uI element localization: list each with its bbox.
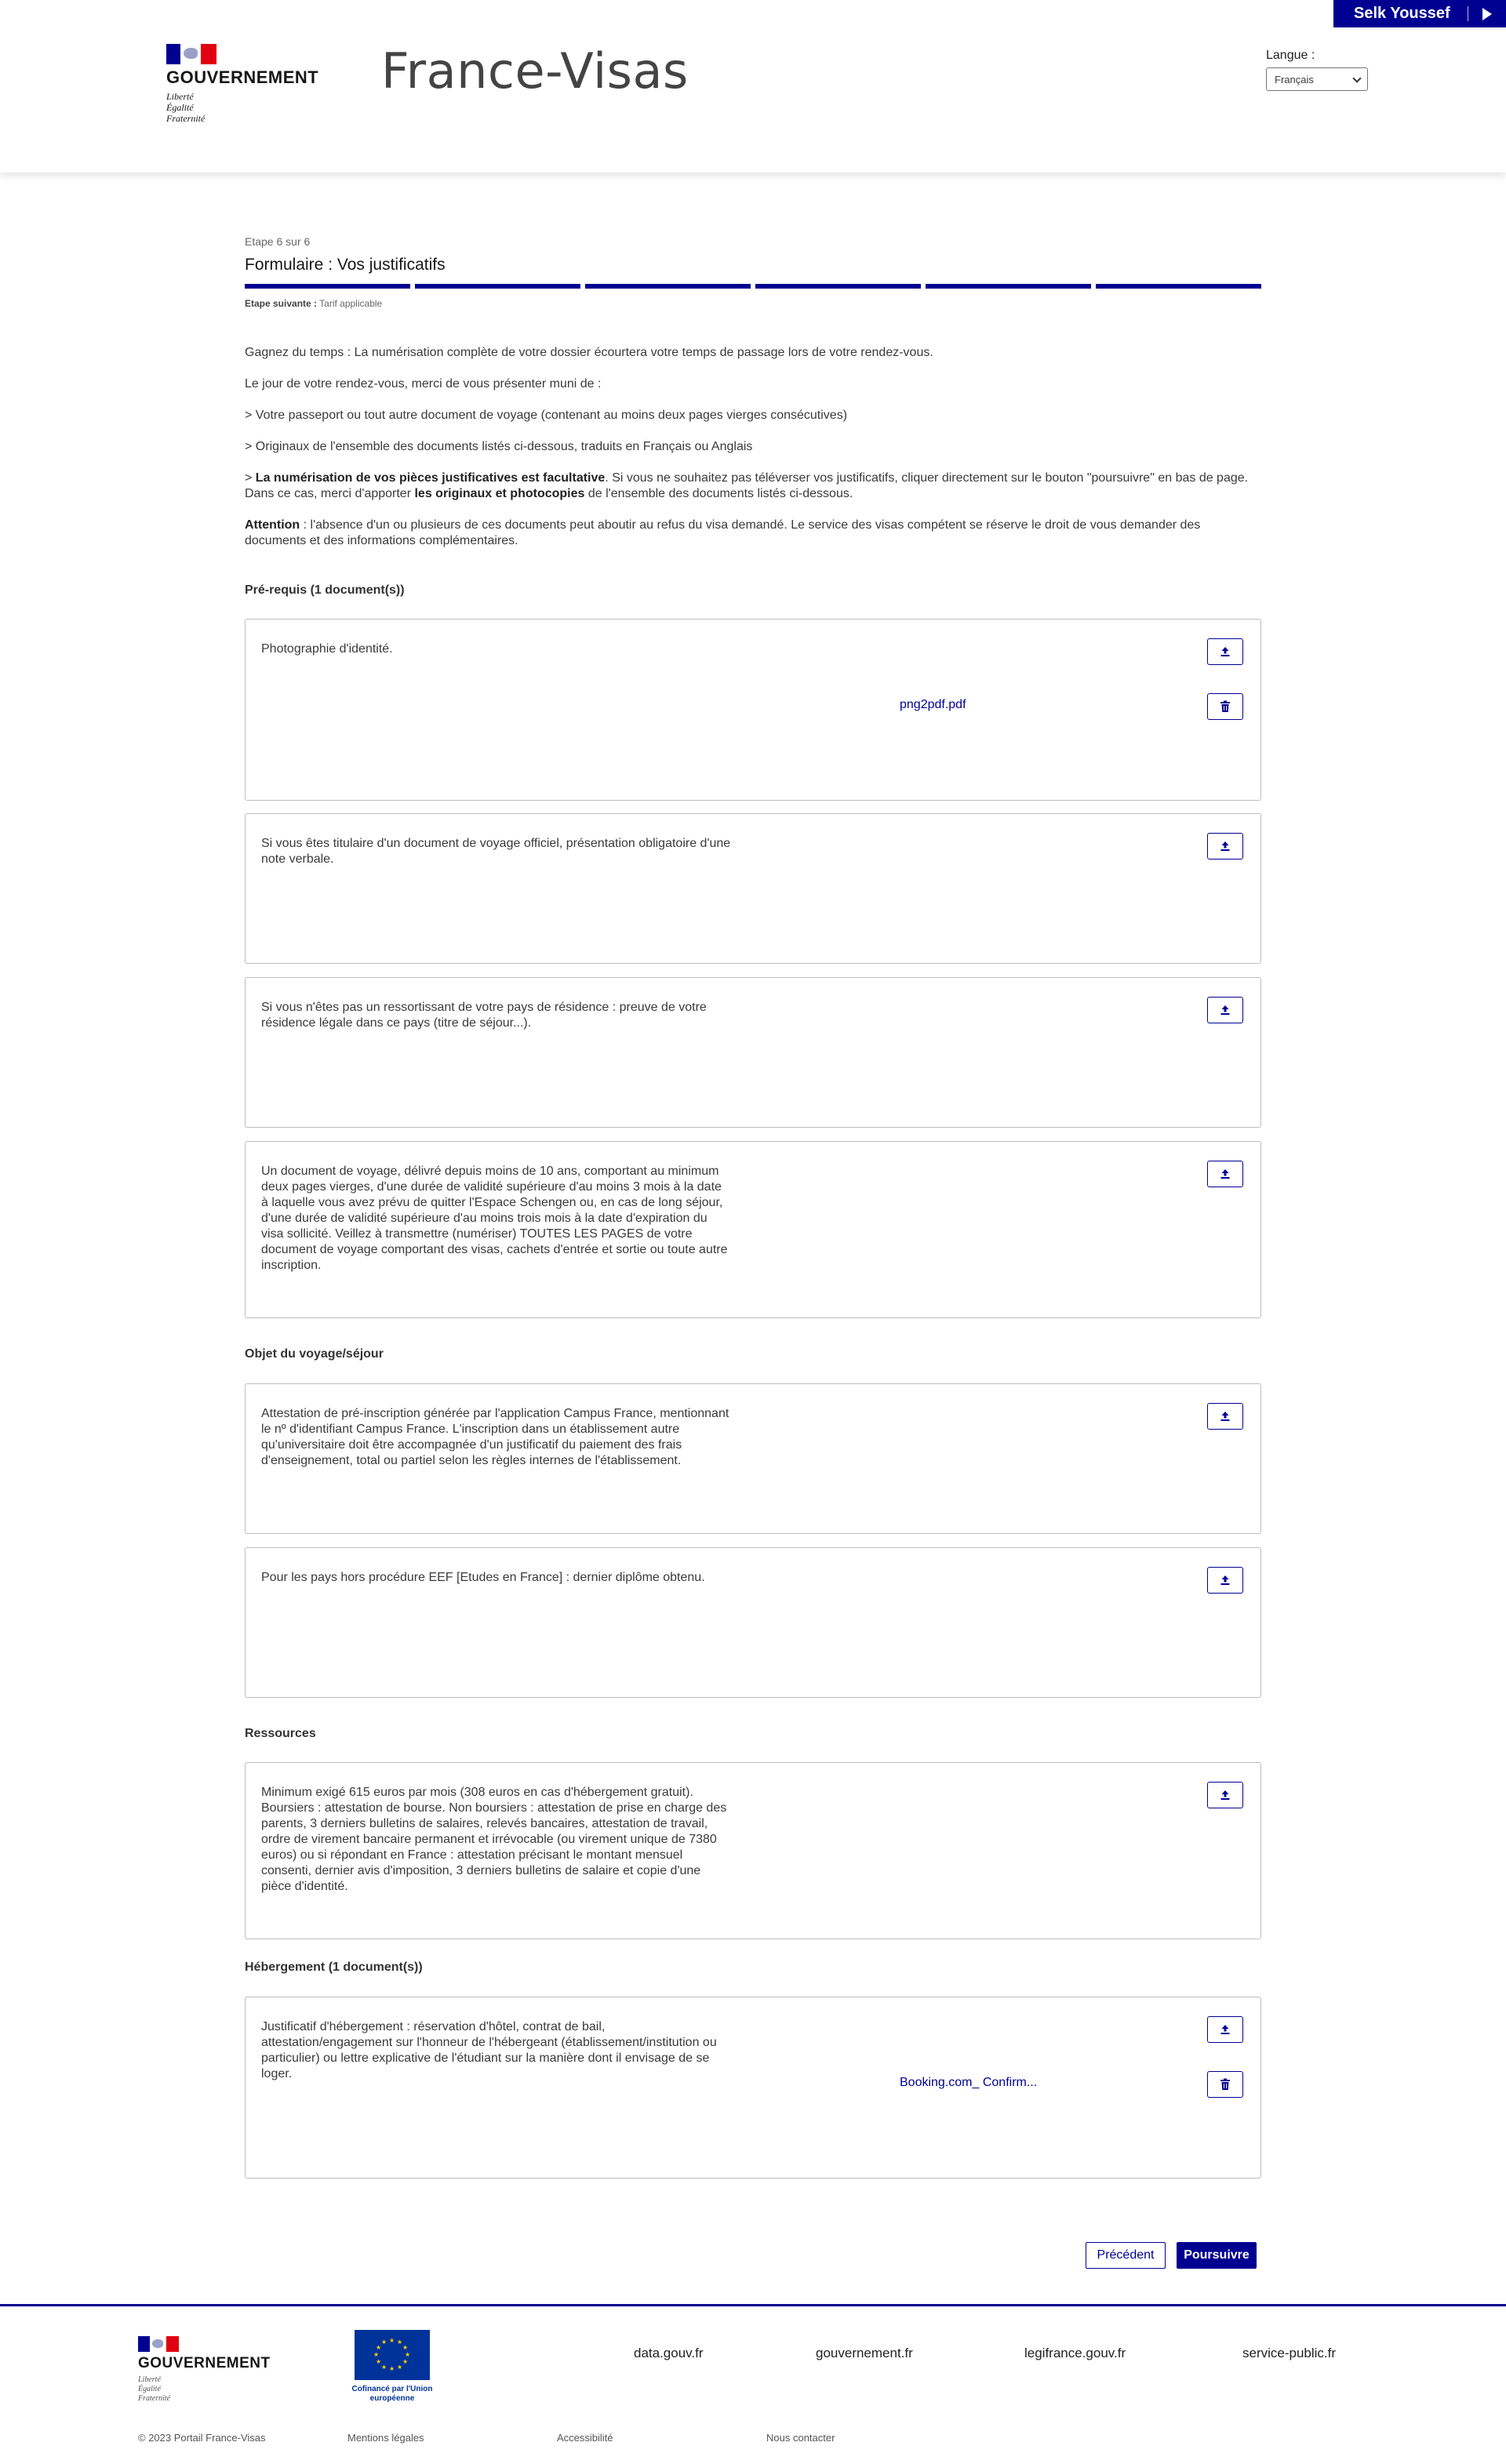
devise-fraternite: Fraternité [138, 2394, 171, 2403]
delete-button[interactable] [1207, 2071, 1243, 2098]
previous-button[interactable]: Précédent [1086, 2242, 1166, 2269]
footer-link-mentions[interactable]: Mentions légales [347, 2432, 424, 2444]
continue-button[interactable]: Poursuivre [1177, 2242, 1257, 2269]
footer-link-accessibilite[interactable]: Accessibilité [557, 2432, 613, 2444]
language-value: Français [1275, 73, 1314, 85]
upload-icon [1220, 1169, 1230, 1179]
delete-button[interactable] [1207, 693, 1243, 720]
footer-link-contact[interactable]: Nous contacter [766, 2432, 835, 2444]
section-title-ressources: Ressources [245, 1727, 316, 1740]
document-description: Si vous n'êtes pas un ressortissant de v… [261, 1001, 707, 1030]
footer-link-legifrance[interactable]: legifrance.gouv.fr [1024, 2346, 1126, 2361]
document-description: Minimum exigé 615 euros par mois (308 eu… [261, 1786, 727, 1893]
footer-link-data-gouv[interactable]: data.gouv.fr [634, 2346, 704, 2361]
upload-icon [1220, 1790, 1230, 1800]
footer-gov-name: GOUVERNEMENT [138, 2355, 271, 2371]
user-menu-button[interactable]: Selk Youssef [1333, 0, 1506, 27]
uploaded-file-link[interactable]: Booking.com_ Confirm... [900, 2076, 1037, 2090]
upload-icon [1220, 1575, 1230, 1585]
document-card-hebergement: Justificatif d'hébergement : réservation… [245, 1997, 1261, 2179]
upload-icon [1220, 841, 1230, 851]
document-card-photo: Photographie d'identité. png2pdf.pdf [245, 619, 1261, 801]
upload-button[interactable] [1207, 1403, 1243, 1430]
document-description: Justificatif d'hébergement : réservation… [261, 2020, 717, 2081]
documents-area: Pré-requis (1 document(s)) Photographie … [245, 0, 1261, 2464]
document-card-ressources: Minimum exigé 615 euros par mois (308 eu… [245, 1762, 1261, 1939]
section-title-prerequis: Pré-requis (1 document(s)) [245, 583, 405, 597]
document-card-note-verbale: Si vous êtes titulaire d'un document de … [245, 813, 1261, 964]
devise-liberte: Liberté [138, 2375, 161, 2384]
user-name: Selk Youssef [1354, 5, 1450, 22]
document-card-passport: Un document de voyage, délivré depuis mo… [245, 1141, 1261, 1318]
site-footer: GOUVERNEMENT Liberté Égalité Fraternité … [0, 2304, 1506, 2464]
section-title-objet: Objet du voyage/séjour [245, 1347, 384, 1361]
section-title-hebergement: Hébergement (1 document(s)) [245, 1961, 423, 1974]
language-select[interactable]: Français [1266, 67, 1368, 91]
footer-link-gouvernement[interactable]: gouvernement.fr [816, 2346, 913, 2361]
document-description: Photographie d'identité. [261, 642, 393, 656]
upload-icon [1220, 2025, 1230, 2034]
footer-link-service-public[interactable]: service-public.fr [1242, 2346, 1336, 2361]
uploaded-file-link[interactable]: png2pdf.pdf [900, 698, 966, 712]
upload-icon [1220, 647, 1230, 656]
language-selector: Langue : Français [1266, 49, 1368, 91]
trash-icon [1220, 2078, 1230, 2090]
upload-icon [1220, 1005, 1230, 1015]
devise-egalite: Égalité [138, 2385, 161, 2393]
upload-button[interactable] [1207, 1161, 1243, 1187]
marianne-icon [138, 2336, 179, 2352]
trash-icon [1220, 700, 1230, 712]
copyright: © 2023 Portail France-Visas [138, 2432, 266, 2444]
footer-government-logo[interactable]: GOUVERNEMENT Liberté Égalité Fraternité [138, 2336, 271, 2404]
document-card-diplome: Pour les pays hors procédure EEF [Etudes… [245, 1547, 1261, 1698]
document-description: Attestation de pré-inscription générée p… [261, 1407, 729, 1467]
document-card-residence: Si vous n'êtes pas un ressortissant de v… [245, 977, 1261, 1128]
eu-cofunding-text: Cofinancé par l'Union européenne [351, 2385, 433, 2403]
upload-button[interactable] [1207, 638, 1243, 665]
upload-icon [1220, 1412, 1230, 1421]
upload-button[interactable] [1207, 1567, 1243, 1594]
upload-button[interactable] [1207, 2016, 1243, 2043]
eu-flag-icon: ★ ★ ★ ★ ★ ★ ★ ★ ★ ★ ★ ★ [355, 2330, 430, 2380]
footer-devise: Liberté Égalité Fraternité [138, 2375, 271, 2404]
document-description: Pour les pays hors procédure EEF [Etudes… [261, 1571, 705, 1584]
upload-button[interactable] [1207, 833, 1243, 859]
upload-button[interactable] [1207, 1782, 1243, 1808]
marianne-icon [166, 44, 216, 64]
language-label: Langue : [1266, 49, 1315, 62]
document-description: Si vous êtes titulaire d'un document de … [261, 837, 731, 866]
upload-button[interactable] [1207, 997, 1243, 1023]
document-description: Un document de voyage, délivré depuis mo… [261, 1165, 728, 1272]
document-card-campus: Attestation de pré-inscription générée p… [245, 1383, 1261, 1534]
play-icon [1482, 8, 1492, 20]
